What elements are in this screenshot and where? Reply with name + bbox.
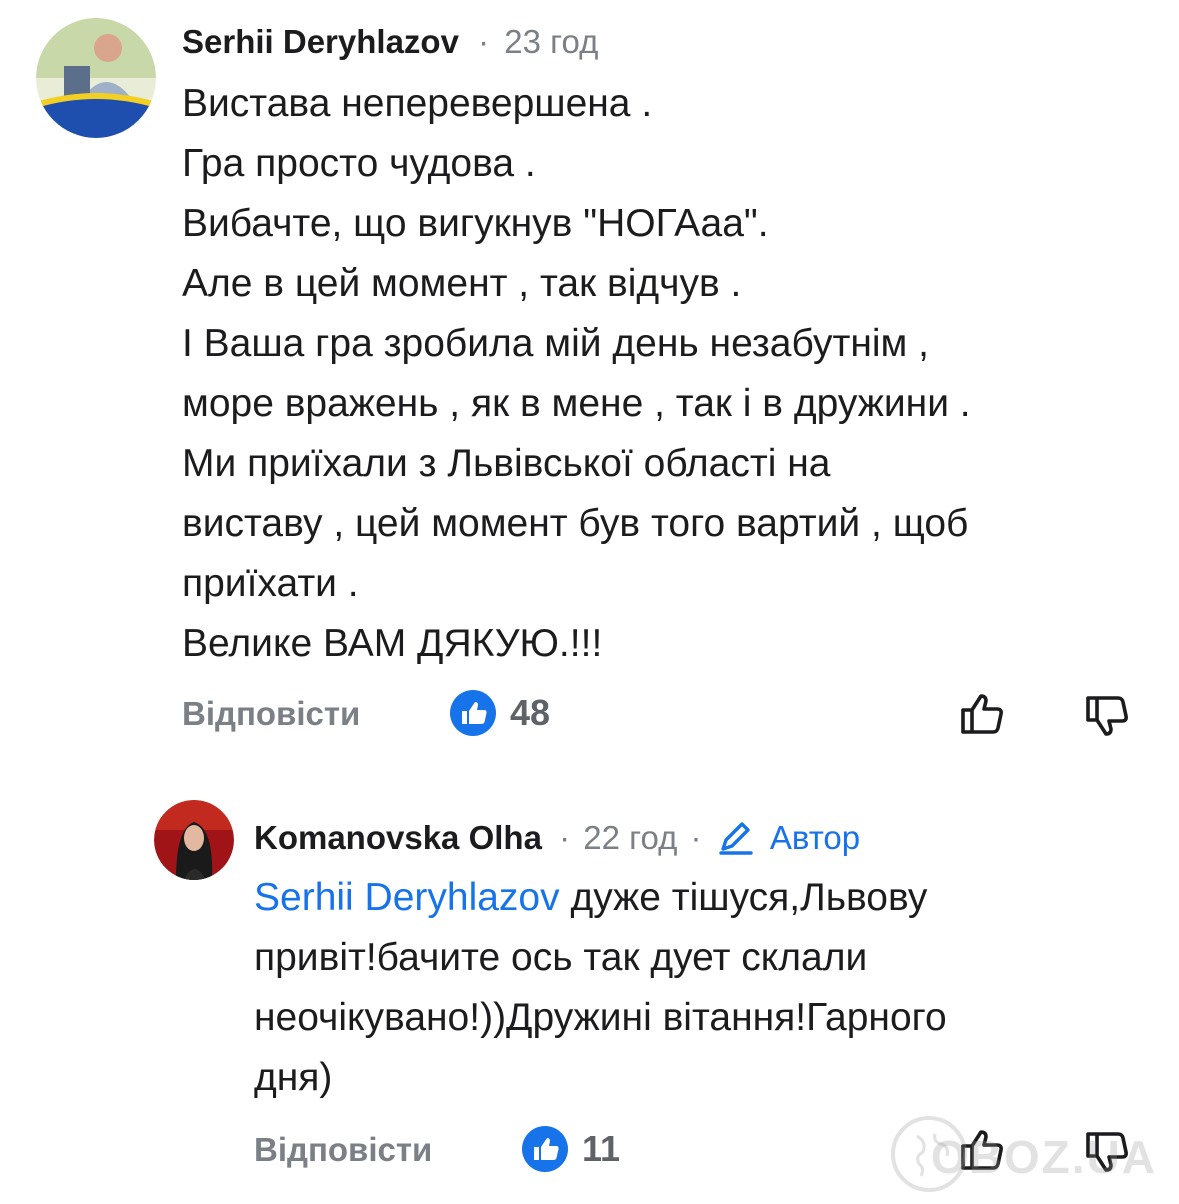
reply-line: дня) (254, 1056, 333, 1099)
reply-button[interactable]: Відповісти (182, 692, 360, 736)
comment-line: Але в цей момент , так відчув . (182, 262, 742, 305)
comment-line: Гра просто чудова . (182, 142, 536, 185)
avatar[interactable] (36, 18, 156, 138)
separator: · (478, 23, 490, 60)
timestamp[interactable]: 22 год (583, 819, 677, 856)
comment-line: Вибачте, що вигукнув "НОГАаа". (182, 202, 769, 245)
like-badge-icon[interactable] (450, 690, 496, 736)
comment-body: Вистава неперевершена . Гра просто чудов… (182, 74, 1162, 674)
avatar[interactable] (154, 800, 234, 880)
avatar-image (36, 18, 156, 138)
thumbs-up-icon[interactable] (957, 686, 1011, 740)
comment-line: І Ваша гра зробила мій день незабутнім , (182, 322, 929, 365)
timestamp[interactable]: 23 год (504, 23, 598, 60)
comment-line: приїхати . (182, 562, 359, 605)
like-count: 11 (582, 1128, 621, 1169)
mention-link[interactable]: Serhii Deryhlazov (254, 876, 560, 919)
comment-line: море вражень , як в мене , так і в дружи… (182, 382, 971, 425)
pencil-icon (719, 822, 753, 855)
like-count: 48 (510, 692, 551, 733)
watermark: OBOZ.UA (930, 1131, 1157, 1183)
author-badge: Автор (769, 819, 861, 856)
author-name[interactable]: Komanovska Olha (254, 819, 542, 856)
separator: · (690, 819, 702, 856)
separator: · (559, 819, 571, 856)
reply-header: Komanovska Olha · 22 год · Автор (254, 818, 860, 858)
comment-line: Вистава неперевершена . (182, 82, 653, 125)
comment-line: Велике ВАМ ДЯКУЮ.!!! (182, 622, 603, 665)
reply-button[interactable]: Відповісти (254, 1128, 432, 1172)
reply-line: привіт!бачите ось так дует склали (254, 936, 868, 979)
reply-text: дуже тішуся,Львову (559, 876, 928, 919)
comment-line: виставу , цей момент був того вартий , щ… (182, 502, 969, 545)
reply-body: Serhii Deryhlazov дуже тішуся,Львову при… (254, 868, 1154, 1108)
comment-line: Ми приїхали з Львівської області на (182, 442, 831, 485)
comment-serhii: Serhii Deryhlazov · 23 год Вистава непер… (0, 0, 1179, 760)
author-name[interactable]: Serhii Deryhlazov (182, 23, 459, 60)
comment-actions: Відповісти 48 (0, 686, 1179, 746)
reply-line: Serhii Deryhlazov дуже тішуся,Львову (254, 868, 1154, 928)
avatar-image (154, 800, 234, 880)
like-badge-icon[interactable] (522, 1126, 568, 1172)
comment-header: Serhii Deryhlazov · 23 год (182, 22, 598, 62)
thumbs-down-icon[interactable] (1082, 690, 1136, 744)
reply-line: неочікувано!))Дружині вітання!Гарного (254, 996, 947, 1039)
